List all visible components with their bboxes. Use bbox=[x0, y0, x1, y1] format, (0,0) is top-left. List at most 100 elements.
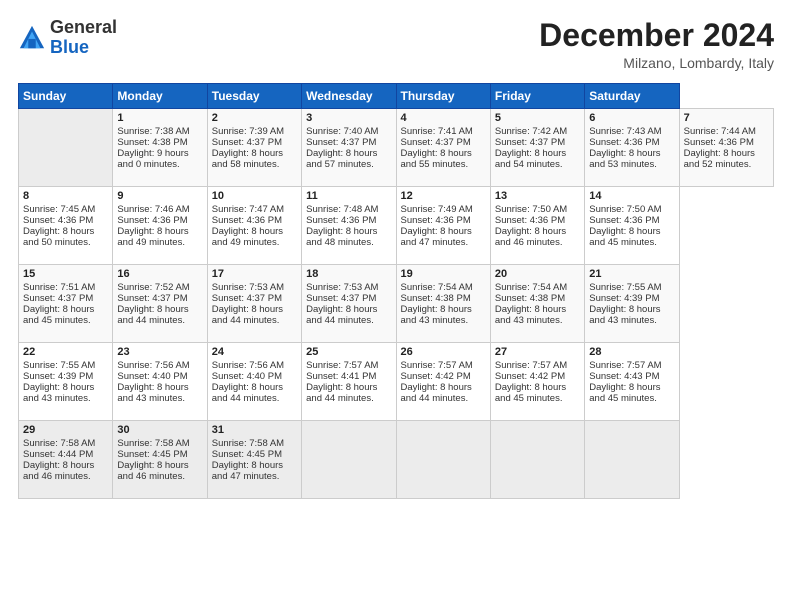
cell-info-line: and 44 minutes. bbox=[212, 315, 297, 326]
cell-info-line: Sunset: 4:37 PM bbox=[306, 293, 391, 304]
table-row bbox=[302, 421, 396, 499]
day-number: 24 bbox=[212, 346, 297, 358]
cell-info-line: and 53 minutes. bbox=[589, 159, 674, 170]
cell-info-line: Daylight: 8 hours bbox=[23, 226, 108, 237]
day-number: 30 bbox=[117, 424, 202, 436]
cell-info-line: Sunrise: 7:53 AM bbox=[212, 282, 297, 293]
col-friday: Friday bbox=[490, 84, 584, 109]
cell-info-line: Sunset: 4:37 PM bbox=[23, 293, 108, 304]
col-tuesday: Tuesday bbox=[207, 84, 301, 109]
cell-info-line: Sunrise: 7:54 AM bbox=[495, 282, 580, 293]
day-number: 29 bbox=[23, 424, 108, 436]
table-row: 1Sunrise: 7:38 AMSunset: 4:38 PMDaylight… bbox=[113, 109, 207, 187]
cell-info-line: Daylight: 8 hours bbox=[117, 460, 202, 471]
cell-info-line: Daylight: 8 hours bbox=[495, 304, 580, 315]
table-row: 31Sunrise: 7:58 AMSunset: 4:45 PMDayligh… bbox=[207, 421, 301, 499]
cell-info-line: and 58 minutes. bbox=[212, 159, 297, 170]
cell-info-line: and 54 minutes. bbox=[495, 159, 580, 170]
cell-info-line: Daylight: 8 hours bbox=[306, 382, 391, 393]
cell-info-line: and 55 minutes. bbox=[401, 159, 486, 170]
cell-info-line: Sunrise: 7:50 AM bbox=[495, 204, 580, 215]
cell-info-line: Sunset: 4:36 PM bbox=[23, 215, 108, 226]
table-row: 28Sunrise: 7:57 AMSunset: 4:43 PMDayligh… bbox=[585, 343, 679, 421]
cell-info-line: Sunrise: 7:47 AM bbox=[212, 204, 297, 215]
day-number: 7 bbox=[684, 112, 769, 124]
day-number: 20 bbox=[495, 268, 580, 280]
day-number: 18 bbox=[306, 268, 391, 280]
table-row: 7Sunrise: 7:44 AMSunset: 4:36 PMDaylight… bbox=[679, 109, 773, 187]
table-row: 9Sunrise: 7:46 AMSunset: 4:36 PMDaylight… bbox=[113, 187, 207, 265]
table-row: 14Sunrise: 7:50 AMSunset: 4:36 PMDayligh… bbox=[585, 187, 679, 265]
logo-general-text: General bbox=[50, 17, 117, 37]
table-row: 11Sunrise: 7:48 AMSunset: 4:36 PMDayligh… bbox=[302, 187, 396, 265]
table-row: 12Sunrise: 7:49 AMSunset: 4:36 PMDayligh… bbox=[396, 187, 490, 265]
cell-info-line: Sunrise: 7:48 AM bbox=[306, 204, 391, 215]
table-row: 2Sunrise: 7:39 AMSunset: 4:37 PMDaylight… bbox=[207, 109, 301, 187]
cell-info-line: Daylight: 8 hours bbox=[495, 148, 580, 159]
cell-info-line: Sunset: 4:36 PM bbox=[306, 215, 391, 226]
cell-info-line: Sunset: 4:45 PM bbox=[212, 449, 297, 460]
table-row: 18Sunrise: 7:53 AMSunset: 4:37 PMDayligh… bbox=[302, 265, 396, 343]
table-row: 13Sunrise: 7:50 AMSunset: 4:36 PMDayligh… bbox=[490, 187, 584, 265]
cell-info-line: and 45 minutes. bbox=[495, 393, 580, 404]
day-number: 9 bbox=[117, 190, 202, 202]
cell-info-line: and 43 minutes. bbox=[117, 393, 202, 404]
cell-info-line: Sunset: 4:36 PM bbox=[117, 215, 202, 226]
cell-info-line: Sunrise: 7:38 AM bbox=[117, 126, 202, 137]
cell-info-line: Sunrise: 7:52 AM bbox=[117, 282, 202, 293]
cell-info-line: Sunset: 4:45 PM bbox=[117, 449, 202, 460]
cell-info-line: Sunrise: 7:58 AM bbox=[212, 438, 297, 449]
day-number: 25 bbox=[306, 346, 391, 358]
cell-info-line: Sunrise: 7:57 AM bbox=[495, 360, 580, 371]
cell-info-line: Sunrise: 7:43 AM bbox=[589, 126, 674, 137]
cell-info-line: Sunrise: 7:51 AM bbox=[23, 282, 108, 293]
calendar-table: Sunday Monday Tuesday Wednesday Thursday… bbox=[18, 83, 774, 499]
day-number: 8 bbox=[23, 190, 108, 202]
title-block: December 2024 Milzano, Lombardy, Italy bbox=[539, 18, 774, 71]
day-number: 27 bbox=[495, 346, 580, 358]
cell-info-line: Sunset: 4:36 PM bbox=[589, 137, 674, 148]
day-number: 4 bbox=[401, 112, 486, 124]
day-number: 5 bbox=[495, 112, 580, 124]
day-number: 26 bbox=[401, 346, 486, 358]
cell-info-line: Daylight: 8 hours bbox=[401, 226, 486, 237]
location: Milzano, Lombardy, Italy bbox=[539, 55, 774, 71]
cell-info-line: Daylight: 8 hours bbox=[212, 226, 297, 237]
table-row: 23Sunrise: 7:56 AMSunset: 4:40 PMDayligh… bbox=[113, 343, 207, 421]
cell-info-line: Sunset: 4:37 PM bbox=[117, 293, 202, 304]
cell-info-line: Sunset: 4:36 PM bbox=[684, 137, 769, 148]
cell-info-line: Daylight: 8 hours bbox=[212, 148, 297, 159]
cell-info-line: Sunrise: 7:55 AM bbox=[589, 282, 674, 293]
cell-info-line: and 43 minutes. bbox=[495, 315, 580, 326]
day-number: 15 bbox=[23, 268, 108, 280]
cell-info-line: Daylight: 8 hours bbox=[117, 382, 202, 393]
cell-info-line: Daylight: 8 hours bbox=[212, 382, 297, 393]
cell-info-line: Sunrise: 7:57 AM bbox=[589, 360, 674, 371]
cell-info-line: Daylight: 8 hours bbox=[495, 226, 580, 237]
cell-info-line: Daylight: 8 hours bbox=[306, 226, 391, 237]
table-row: 30Sunrise: 7:58 AMSunset: 4:45 PMDayligh… bbox=[113, 421, 207, 499]
table-row: 15Sunrise: 7:51 AMSunset: 4:37 PMDayligh… bbox=[19, 265, 113, 343]
cell-info-line: and 45 minutes. bbox=[23, 315, 108, 326]
calendar-container: General Blue December 2024 Milzano, Lomb… bbox=[0, 0, 792, 509]
calendar-week-5: 29 Sunrise: 7:58 AM Sunset: 4:44 PM Dayligh… bbox=[19, 421, 774, 499]
col-thursday: Thursday bbox=[396, 84, 490, 109]
cell-info-line: and 47 minutes. bbox=[212, 471, 297, 482]
cell-info-line: Daylight: 8 hours bbox=[306, 304, 391, 315]
cell-info-line: and 46 minutes. bbox=[23, 471, 108, 482]
cell-info-line: Sunset: 4:41 PM bbox=[306, 371, 391, 382]
table-row: 25Sunrise: 7:57 AMSunset: 4:41 PMDayligh… bbox=[302, 343, 396, 421]
cell-info-line: Daylight: 8 hours bbox=[212, 304, 297, 315]
cell-info-line: Sunset: 4:43 PM bbox=[589, 371, 674, 382]
cell-info-line: Sunrise: 7:50 AM bbox=[589, 204, 674, 215]
cell-info-line: Sunset: 4:44 PM bbox=[23, 449, 108, 460]
day-number: 21 bbox=[589, 268, 674, 280]
col-monday: Monday bbox=[113, 84, 207, 109]
cell-info-line: Sunrise: 7:57 AM bbox=[401, 360, 486, 371]
cell-info-line: Daylight: 8 hours bbox=[306, 148, 391, 159]
cell-info-line: and 45 minutes. bbox=[589, 393, 674, 404]
cell-info-line: and 49 minutes. bbox=[117, 237, 202, 248]
table-row bbox=[585, 421, 679, 499]
cell-info-line: Sunset: 4:40 PM bbox=[212, 371, 297, 382]
cell-info-line: and 46 minutes. bbox=[117, 471, 202, 482]
